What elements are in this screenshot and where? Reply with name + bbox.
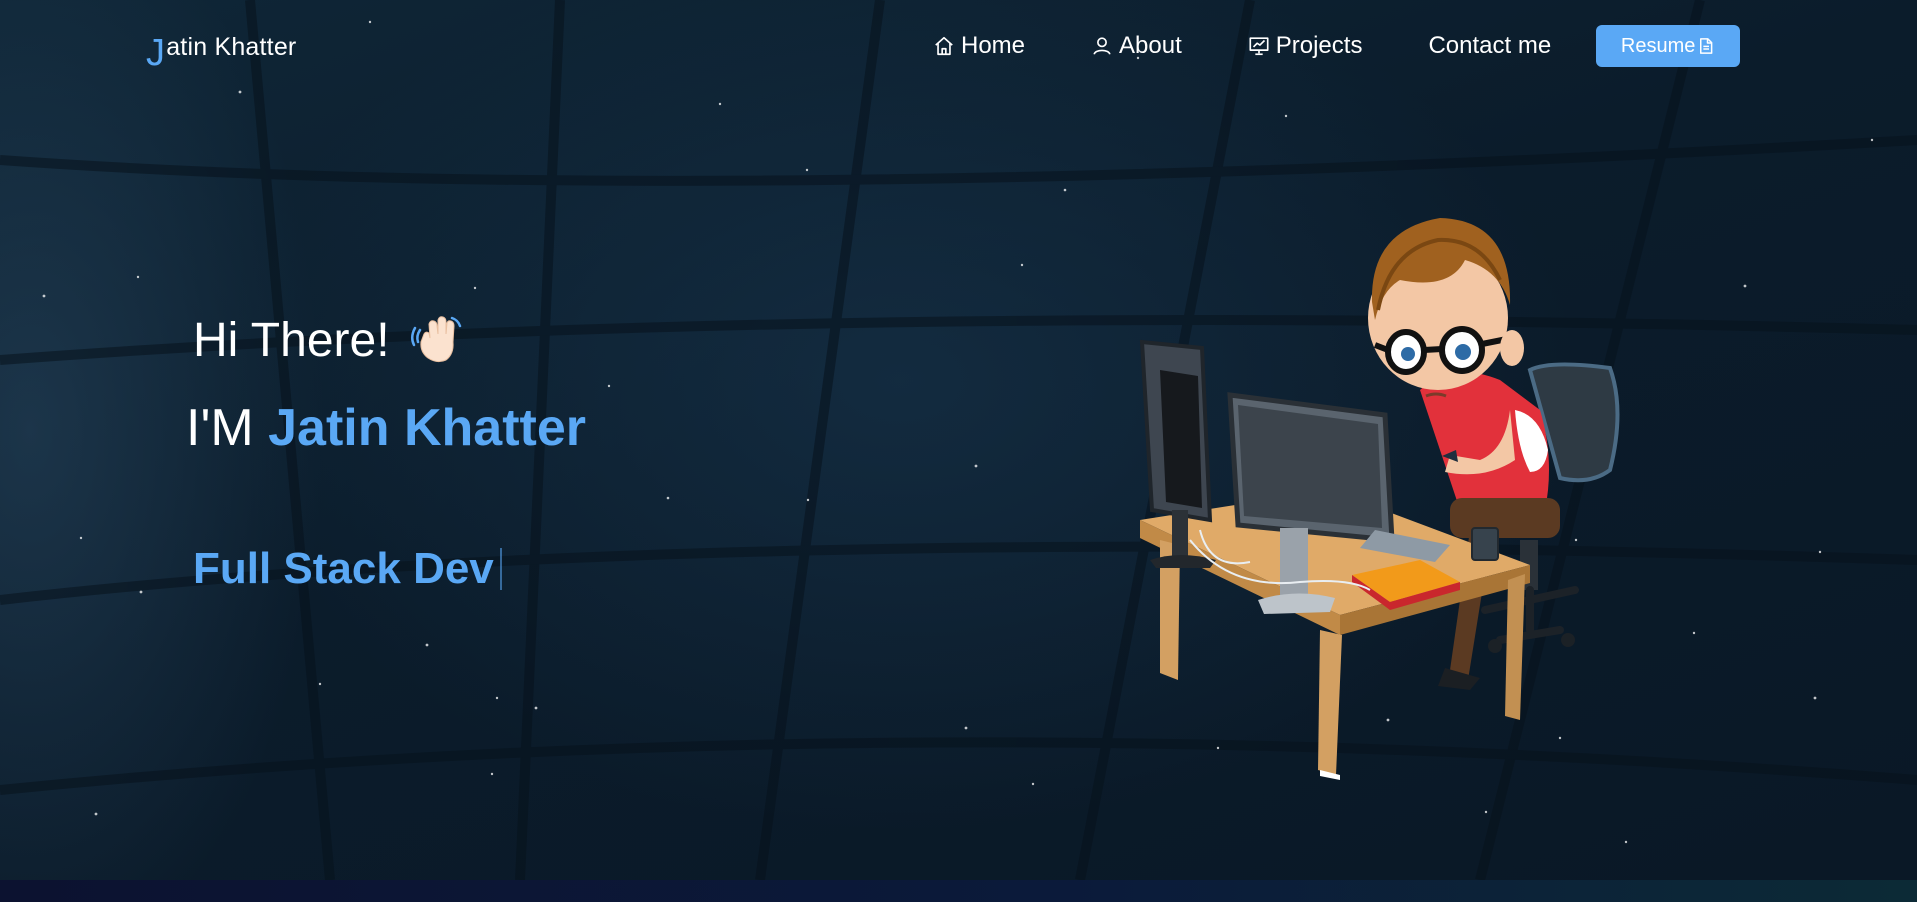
resume-label: Resume bbox=[1620, 34, 1696, 57]
nav-item-label: Home bbox=[961, 32, 1026, 59]
hero-greeting: Hi There! bbox=[193, 312, 466, 368]
nav-item-about[interactable]: About bbox=[1091, 32, 1182, 60]
typed-role-text: Full Stack Dev bbox=[193, 544, 494, 593]
developer-illustration bbox=[1139, 218, 1620, 780]
hero-name: Jatin Khatter bbox=[268, 399, 586, 457]
brand-initial: J bbox=[146, 32, 166, 74]
typed-role: Full Stack Dev bbox=[193, 544, 502, 594]
nav-item-projects[interactable]: Projects bbox=[1248, 32, 1363, 60]
footer-strip bbox=[0, 880, 1917, 902]
nav-item-home[interactable]: Home bbox=[933, 32, 1025, 60]
waving-hand-icon bbox=[410, 316, 461, 363]
nav-item-contact[interactable]: Contact me bbox=[1428, 32, 1551, 60]
home-icon bbox=[935, 36, 953, 56]
greeting-text: Hi There! bbox=[193, 313, 390, 367]
brand-logo[interactable]: J atin Khatter bbox=[146, 26, 297, 72]
nav-item-label: Projects bbox=[1275, 32, 1363, 59]
resume-button[interactable]: Resume bbox=[1596, 25, 1741, 67]
user-icon bbox=[1093, 37, 1111, 55]
hero-intro: I'M Jatin Khatter bbox=[186, 398, 586, 458]
typing-cursor bbox=[499, 548, 502, 590]
intro-prefix: I'M bbox=[186, 399, 269, 457]
presentation-icon bbox=[1249, 37, 1269, 56]
nav-item-label: About bbox=[1119, 32, 1182, 59]
document-icon bbox=[1700, 38, 1713, 54]
nav-item-label: Contact me bbox=[1428, 32, 1552, 59]
main-nav: Home About Projects Contact me Resume bbox=[933, 24, 1741, 68]
brand-name: atin Khatter bbox=[166, 33, 297, 61]
